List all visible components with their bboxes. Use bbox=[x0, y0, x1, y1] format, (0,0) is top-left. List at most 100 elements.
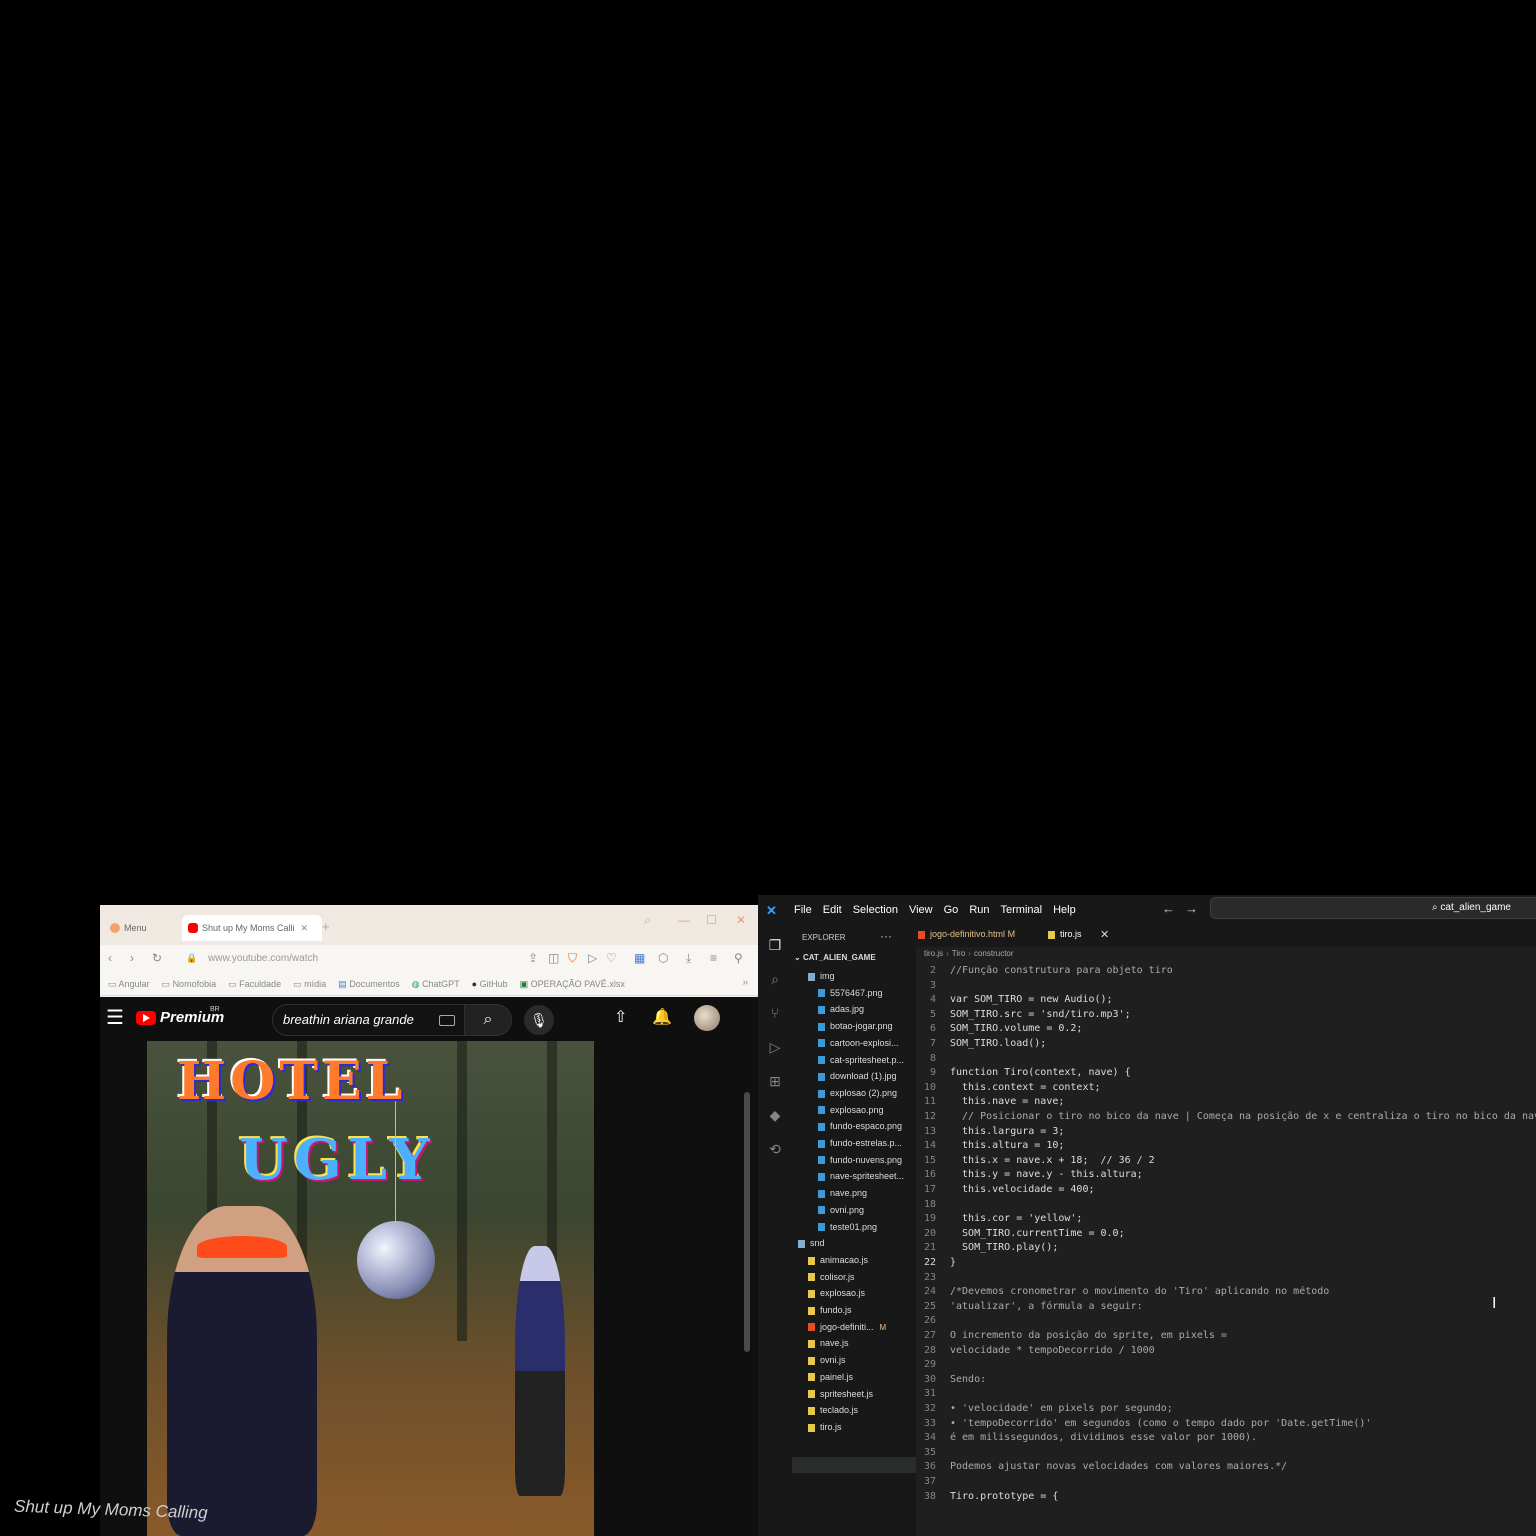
share-icon[interactable]: ⇪ bbox=[528, 951, 538, 965]
tree-item[interactable]: ovni.js bbox=[808, 1355, 846, 1365]
profile-icon[interactable]: ⚲ bbox=[734, 951, 743, 965]
tree-item[interactable]: adas.jpg bbox=[818, 1004, 864, 1014]
url-text[interactable]: www.youtube.com/watch bbox=[208, 953, 318, 964]
command-center-search[interactable]: ⌕ cat_alien_game bbox=[1210, 897, 1536, 919]
keyboard-icon[interactable] bbox=[439, 1015, 455, 1026]
download-icon[interactable]: ⤓ bbox=[686, 951, 691, 966]
back-icon[interactable]: ‹ bbox=[108, 951, 112, 965]
close-icon[interactable]: ✕ bbox=[1100, 928, 1109, 941]
tree-item[interactable]: painel.js bbox=[808, 1372, 853, 1382]
lock-icon: 🔒 bbox=[186, 953, 198, 963]
menu-icon[interactable]: ☰ bbox=[106, 1005, 124, 1030]
bookmark-item[interactable]: ◍ ChatGPT bbox=[412, 979, 460, 990]
tree-item[interactable]: img bbox=[808, 971, 835, 981]
tree-item[interactable]: teste01.png bbox=[818, 1222, 877, 1232]
bell-icon[interactable]: 🔔 bbox=[652, 1007, 672, 1027]
breadcrumb-class[interactable]: Tiro bbox=[952, 949, 965, 958]
breadcrumb: tiro.js › Tiro › constructor bbox=[924, 949, 1014, 958]
tree-item[interactable]: fundo-estrelas.p... bbox=[818, 1138, 902, 1148]
translate-icon[interactable]: ▦ bbox=[634, 951, 645, 965]
tree-item[interactable]: download (1).jpg bbox=[818, 1071, 897, 1081]
tab-jogo-definitivo[interactable]: jogo-definitivo.html M bbox=[918, 929, 1015, 939]
play-icon[interactable]: ▷ bbox=[588, 951, 597, 965]
bookmark-item[interactable]: ▣ OPERAÇÃO PAVÊ.xlsx bbox=[520, 979, 625, 990]
extensions-icon[interactable]: ⊞ bbox=[766, 1073, 784, 1091]
bookmark-item[interactable]: ▭ Faculdade bbox=[228, 979, 281, 990]
tree-item[interactable]: fundo.js bbox=[808, 1305, 852, 1315]
address-bar[interactable]: ‹ › ↻ 🔒 www.youtube.com/watch ⇪ ◫ ⛉ ▷ ♡ … bbox=[100, 945, 758, 973]
page-scrollbar[interactable] bbox=[744, 1092, 750, 1352]
project-folder[interactable]: ⌄ CAT_ALIEN_GAME bbox=[794, 953, 876, 962]
breadcrumb-file[interactable]: tiro.js bbox=[924, 949, 943, 958]
bookmark-item[interactable]: ▭ mídia bbox=[293, 979, 326, 990]
new-tab-button[interactable]: + bbox=[322, 919, 330, 934]
files-icon[interactable]: ❐ bbox=[766, 937, 784, 955]
tree-item[interactable]: ovni.png bbox=[818, 1205, 864, 1215]
tab-menu[interactable]: Menu bbox=[110, 915, 180, 941]
tab-youtube[interactable]: Shut up My Moms Calli ✕ bbox=[182, 915, 322, 941]
tree-item[interactable]: tiro.js bbox=[808, 1422, 842, 1432]
bookmarks-more-icon[interactable]: » bbox=[742, 977, 748, 988]
nav-arrows-icon[interactable]: ←→ bbox=[1162, 901, 1208, 916]
maximize-icon[interactable]: ☐ bbox=[706, 913, 717, 927]
tree-item[interactable]: snd bbox=[798, 1238, 825, 1248]
tree-item[interactable]: explosao.png bbox=[818, 1105, 884, 1115]
bookmark-item[interactable]: ▭ Nomofobia bbox=[162, 979, 217, 990]
source-control-icon[interactable]: ⑂ bbox=[766, 1005, 784, 1023]
menu-terminal[interactable]: Terminal bbox=[1001, 904, 1043, 916]
more-actions-icon[interactable]: ··· bbox=[880, 929, 892, 943]
menu-selection[interactable]: Selection bbox=[853, 904, 898, 916]
tree-item[interactable]: botao-jogar.png bbox=[818, 1021, 893, 1031]
close-icon[interactable]: ✕ bbox=[301, 923, 309, 934]
search-icon[interactable]: ⌕ bbox=[766, 971, 784, 989]
tree-item[interactable]: colisor.js bbox=[808, 1272, 855, 1282]
tree-item[interactable]: 5576467.png bbox=[818, 988, 883, 998]
settings-icon[interactable]: ≡ bbox=[710, 951, 717, 965]
tree-item[interactable]: cat-spritesheet.p... bbox=[818, 1055, 904, 1065]
bookmark-item[interactable]: ● GitHub bbox=[472, 979, 508, 989]
cube-icon[interactable]: ⬡ bbox=[658, 951, 668, 965]
reload-icon[interactable]: ↻ bbox=[152, 951, 162, 965]
run-debug-icon[interactable]: ▷ bbox=[766, 1039, 784, 1057]
camera-icon[interactable]: ◫ bbox=[548, 951, 559, 965]
menu-run[interactable]: Run bbox=[969, 904, 989, 916]
mic-button[interactable]: 🎙 bbox=[524, 1005, 554, 1035]
python-icon[interactable]: ◆ bbox=[766, 1107, 784, 1125]
bookmark-item[interactable]: ▤ Documentos bbox=[338, 979, 400, 990]
search-icon: ⌕ bbox=[483, 1011, 493, 1028]
close-window-icon[interactable]: ✕ bbox=[736, 913, 746, 927]
menu-edit[interactable]: Edit bbox=[823, 904, 842, 916]
heart-icon[interactable]: ♡ bbox=[606, 951, 617, 965]
upload-icon[interactable]: ⇧ bbox=[614, 1007, 627, 1027]
avatar[interactable] bbox=[694, 1005, 720, 1031]
menu-file[interactable]: File bbox=[794, 904, 812, 916]
remote-icon[interactable]: ⟲ bbox=[766, 1141, 784, 1159]
shield-icon[interactable]: ⛉ bbox=[568, 951, 577, 966]
tree-item[interactable]: jogo-definiti... M bbox=[808, 1322, 886, 1332]
minimize-icon[interactable]: — bbox=[678, 913, 690, 927]
tab-tiro-js[interactable]: tiro.js bbox=[1048, 929, 1082, 939]
tree-item[interactable]: nave.png bbox=[818, 1188, 867, 1198]
js-file-icon bbox=[808, 1340, 815, 1349]
breadcrumb-method[interactable]: constructor bbox=[974, 949, 1014, 958]
search-input[interactable]: breathin ariana grande bbox=[272, 1004, 466, 1036]
bookmark-item[interactable]: ▭ Angular bbox=[108, 979, 150, 990]
tree-item[interactable]: fundo-nuvens.png bbox=[818, 1155, 902, 1165]
tree-item[interactable]: spritesheet.js bbox=[808, 1389, 873, 1399]
forward-icon[interactable]: › bbox=[130, 951, 134, 965]
tree-item[interactable]: cartoon-explosi... bbox=[818, 1038, 899, 1048]
menu-view[interactable]: View bbox=[909, 904, 933, 916]
tree-item[interactable]: explosao.js bbox=[808, 1288, 865, 1298]
menu-help[interactable]: Help bbox=[1053, 904, 1076, 916]
tree-item[interactable]: fundo-espaco.png bbox=[818, 1121, 902, 1131]
search-icon[interactable]: ⌕ bbox=[644, 913, 651, 928]
tree-item[interactable]: teclado.js bbox=[808, 1405, 858, 1415]
tree-item[interactable]: explosao (2).png bbox=[818, 1088, 897, 1098]
tree-item[interactable]: animacao.js bbox=[808, 1255, 868, 1265]
youtube-logo-icon[interactable] bbox=[136, 1011, 156, 1025]
search-button[interactable]: ⌕ bbox=[464, 1004, 512, 1036]
video-player[interactable]: HOTEL UGLY bbox=[147, 1041, 594, 1536]
menu-go[interactable]: Go bbox=[944, 904, 959, 916]
tree-item[interactable]: nave-spritesheet... bbox=[818, 1171, 904, 1181]
tree-item[interactable]: nave.js bbox=[808, 1338, 849, 1348]
